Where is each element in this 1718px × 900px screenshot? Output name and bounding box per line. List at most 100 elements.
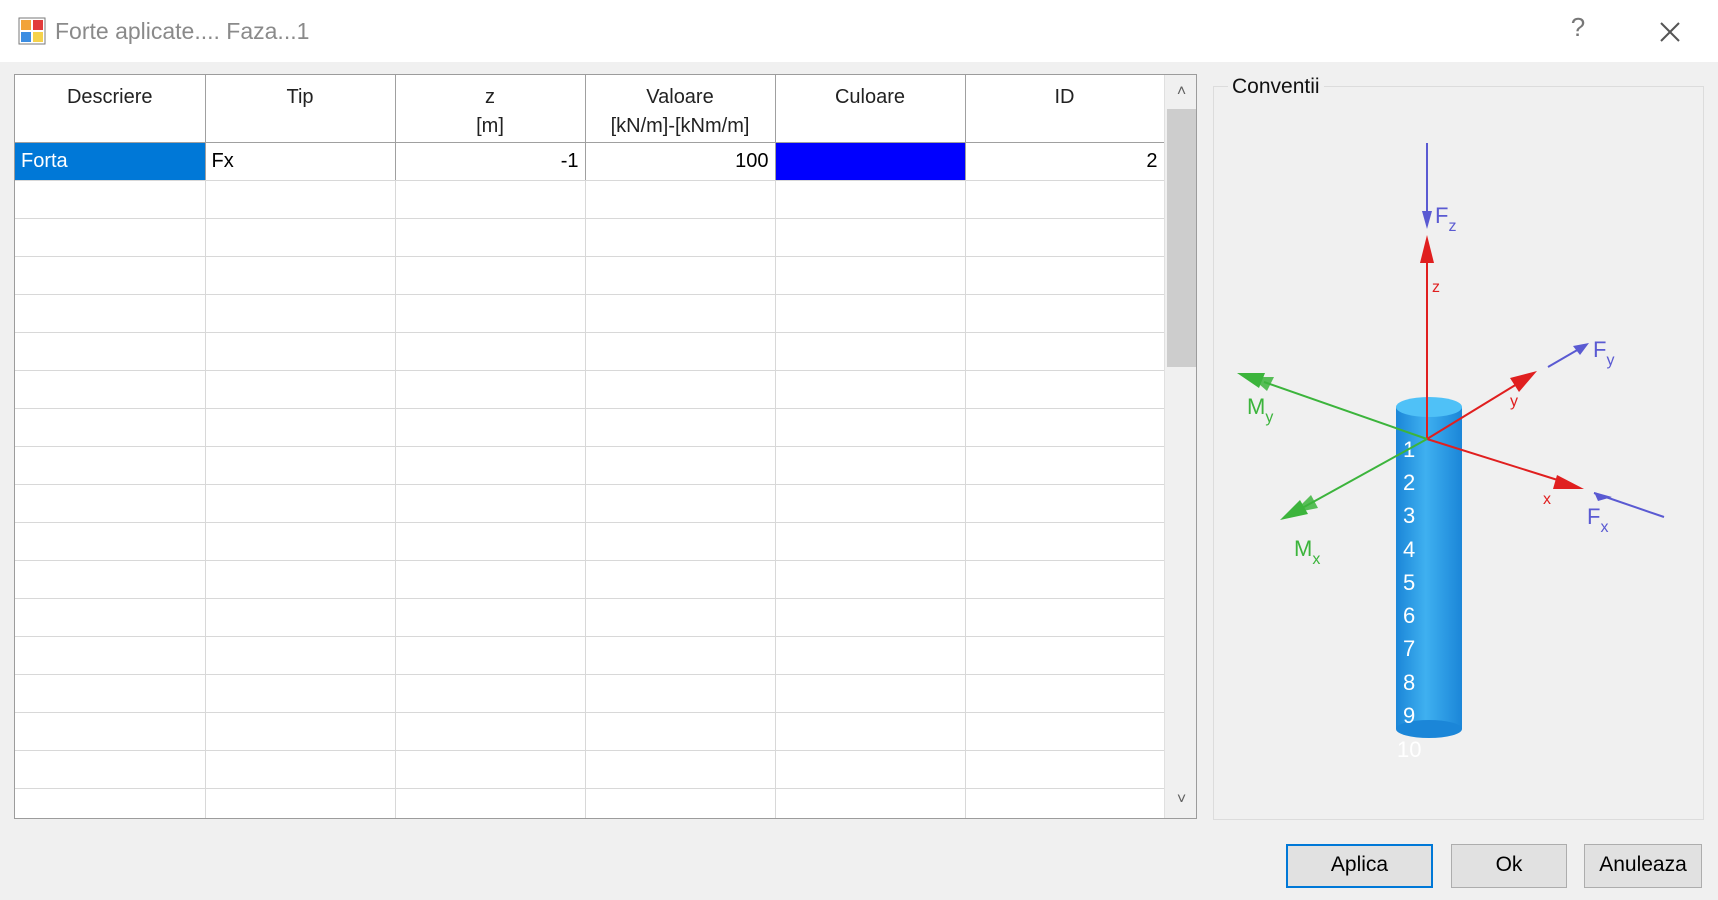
grid-cell[interactable]	[775, 560, 966, 599]
table-row[interactable]	[15, 750, 1165, 789]
grid-cell[interactable]	[585, 674, 776, 713]
table-row[interactable]	[15, 332, 1165, 371]
grid-cell[interactable]	[15, 446, 206, 485]
grid-cell[interactable]	[775, 636, 966, 675]
grid-cell[interactable]	[205, 484, 396, 523]
grid-cell[interactable]	[775, 484, 966, 523]
grid-cell[interactable]	[205, 256, 396, 295]
grid-cell[interactable]	[205, 446, 396, 485]
grid-cell[interactable]	[775, 674, 966, 713]
table-row[interactable]	[15, 256, 1165, 295]
grid-cell[interactable]	[15, 674, 206, 713]
grid-cell[interactable]	[585, 256, 776, 295]
cell-descriere[interactable]: Forta	[15, 142, 206, 181]
grid-cell[interactable]	[775, 294, 966, 333]
grid-cell[interactable]	[205, 560, 396, 599]
grid-cell[interactable]	[775, 408, 966, 447]
grid-cell[interactable]	[775, 522, 966, 561]
grid-cell[interactable]	[585, 750, 776, 789]
table-row[interactable]	[15, 408, 1165, 447]
grid-cell[interactable]	[395, 598, 586, 637]
grid-cell[interactable]	[585, 370, 776, 409]
grid-cell[interactable]	[395, 712, 586, 751]
column-header-descriere[interactable]: Descriere	[15, 75, 206, 143]
grid-cell[interactable]	[395, 256, 586, 295]
grid-cell[interactable]	[15, 294, 206, 333]
grid-cell[interactable]	[965, 332, 1165, 371]
grid-cell[interactable]	[775, 180, 966, 219]
grid-cell[interactable]	[965, 218, 1165, 257]
grid-cell[interactable]	[205, 370, 396, 409]
grid-cell[interactable]	[965, 522, 1165, 561]
grid-cell[interactable]	[205, 332, 396, 371]
grid-cell[interactable]	[395, 674, 586, 713]
grid-cell[interactable]	[205, 408, 396, 447]
table-row[interactable]	[15, 598, 1165, 637]
table-row[interactable]	[15, 712, 1165, 751]
grid-cell[interactable]	[15, 598, 206, 637]
grid-cell[interactable]	[775, 750, 966, 789]
grid-cell[interactable]	[205, 180, 396, 219]
grid-cell[interactable]	[15, 522, 206, 561]
grid-cell[interactable]	[395, 370, 586, 409]
grid-cell[interactable]	[585, 712, 776, 751]
table-row[interactable]	[15, 522, 1165, 561]
grid-cell[interactable]	[965, 788, 1165, 818]
grid-cell[interactable]	[585, 218, 776, 257]
grid-cell[interactable]	[205, 218, 396, 257]
grid-cell[interactable]	[205, 674, 396, 713]
table-row[interactable]	[15, 218, 1165, 257]
grid-cell[interactable]	[395, 484, 586, 523]
grid-cell[interactable]	[585, 408, 776, 447]
column-header-z[interactable]: z [m]	[395, 75, 586, 143]
table-row[interactable]: Forta Fx -1 100 2	[15, 142, 1165, 181]
grid-cell[interactable]	[585, 446, 776, 485]
grid-cell[interactable]	[585, 180, 776, 219]
grid-cell[interactable]	[395, 750, 586, 789]
table-row[interactable]	[15, 484, 1165, 523]
grid-cell[interactable]	[15, 218, 206, 257]
table-row[interactable]	[15, 180, 1165, 219]
grid-cell[interactable]	[15, 750, 206, 789]
grid-cell[interactable]	[205, 712, 396, 751]
grid-cell[interactable]	[775, 446, 966, 485]
grid-cell[interactable]	[775, 598, 966, 637]
table-row[interactable]	[15, 370, 1165, 409]
grid-cell[interactable]	[585, 522, 776, 561]
apply-button[interactable]: Aplica	[1286, 844, 1433, 888]
grid-cell[interactable]	[395, 560, 586, 599]
close-icon[interactable]	[1650, 12, 1690, 52]
table-row[interactable]	[15, 674, 1165, 713]
cell-tip[interactable]: Fx	[205, 142, 396, 181]
grid-cell[interactable]	[585, 294, 776, 333]
grid-cell[interactable]	[205, 294, 396, 333]
grid-cell[interactable]	[205, 788, 396, 818]
grid-cell[interactable]	[775, 332, 966, 371]
ok-button[interactable]: Ok	[1451, 844, 1567, 888]
column-header-id[interactable]: ID	[965, 75, 1165, 143]
cell-id[interactable]: 2	[965, 142, 1165, 181]
grid-cell[interactable]	[395, 408, 586, 447]
grid-cell[interactable]	[775, 788, 966, 818]
grid-cell[interactable]	[965, 408, 1165, 447]
grid-cell[interactable]	[15, 636, 206, 675]
grid-cell[interactable]	[205, 598, 396, 637]
grid-cell[interactable]	[15, 256, 206, 295]
grid-cell[interactable]	[395, 446, 586, 485]
grid-cell[interactable]	[965, 750, 1165, 789]
table-row[interactable]	[15, 446, 1165, 485]
grid-cell[interactable]	[965, 484, 1165, 523]
grid-cell[interactable]	[965, 712, 1165, 751]
grid-cell[interactable]	[775, 218, 966, 257]
grid-cell[interactable]	[15, 332, 206, 371]
table-row[interactable]	[15, 788, 1165, 818]
table-row[interactable]	[15, 636, 1165, 675]
grid-cell[interactable]	[15, 408, 206, 447]
grid-cell[interactable]	[965, 370, 1165, 409]
cancel-button[interactable]: Anuleaza	[1584, 844, 1702, 888]
grid-cell[interactable]	[205, 636, 396, 675]
grid-cell[interactable]	[965, 446, 1165, 485]
column-header-valoare[interactable]: Valoare [kN/m]-[kNm/m]	[585, 75, 776, 143]
vertical-scrollbar[interactable]: ˄ ˅	[1164, 75, 1196, 818]
scroll-down-icon[interactable]: ˅	[1165, 785, 1196, 815]
